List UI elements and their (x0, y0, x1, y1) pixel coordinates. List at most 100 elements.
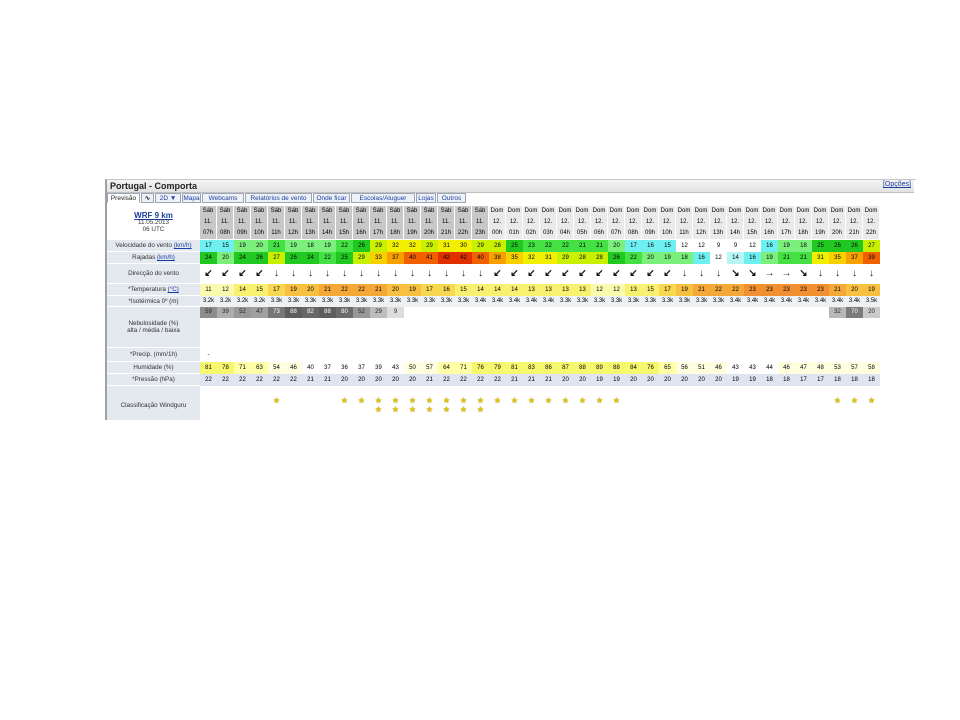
gust-cell: 24 (200, 252, 217, 264)
wind-speed-cell: 12 (744, 240, 761, 252)
day-name: Sáb (321, 208, 333, 214)
wind-speed-cell: 19 (778, 240, 795, 252)
rating-cell (625, 396, 642, 416)
gust-cell: 41 (421, 252, 438, 264)
day-name: Sáb (389, 208, 401, 214)
day-number: 12. (781, 219, 791, 225)
wind-direction-arrow: ↙ (625, 264, 642, 284)
precip-cell (676, 348, 693, 362)
day-number: 12. (713, 219, 723, 225)
wind-speed-cell: 31 (438, 240, 455, 252)
rating-star-icon: ★ (476, 405, 485, 414)
hour-header: Sáb 11. 10h (251, 206, 268, 239)
unit-link[interactable]: (°C) (168, 286, 179, 293)
spot-title: Portugal - Comporta (110, 181, 197, 191)
wind-direction-arrow: ↙ (251, 264, 268, 284)
temperature-cell: 12 (608, 284, 625, 296)
isotherm-cell: 3.4k (744, 296, 761, 307)
rating-cell: ★ ★ (387, 396, 404, 416)
isotherm-cell: 3.3k (336, 296, 353, 307)
wind-direction-arrow: ↓ (387, 264, 404, 284)
wind-direction-arrow: ↓ (370, 264, 387, 284)
tab-chart-icon[interactable]: ∿ (141, 193, 154, 203)
isotherm-cell: 3.5k (863, 296, 880, 307)
wind-direction-arrow: ↙ (506, 264, 523, 284)
isotherm-cell: 3.4k (795, 296, 812, 307)
hour-label: 17h (780, 230, 791, 236)
day-number: 12. (679, 219, 689, 225)
wind-speed-cell: 27 (863, 240, 880, 252)
label-wind-speed: Velocidade do vento (km/h) (107, 240, 200, 252)
model-link[interactable]: WRF 9 km (134, 212, 173, 220)
tab-2d[interactable]: 2D ▼ (155, 193, 181, 203)
gust-cell: 35 (506, 252, 523, 264)
unit-link[interactable]: (km/h) (157, 254, 175, 261)
hour-header: Dom 12. 16h (761, 206, 778, 239)
tab-onde-ficar[interactable]: Onde ficar (313, 193, 350, 203)
hour-header: Sáb 11. 13h (302, 206, 319, 239)
precip-cell (234, 348, 251, 362)
humidity-cell: 57 (421, 362, 438, 374)
cloud-cell: 70 (846, 307, 863, 318)
hour-label: 03h (542, 230, 553, 236)
tab-previsao[interactable]: Previsão (107, 193, 140, 203)
gust-cell: 28 (574, 252, 591, 264)
hour-label: 05h (576, 230, 587, 236)
tab-relatorios[interactable]: Relatórios de vento (245, 193, 312, 203)
unit-link[interactable]: (km/h) (174, 242, 192, 249)
humidity-cell: 65 (659, 362, 676, 374)
rating-cell: ★ ★ (370, 396, 387, 416)
wind-speed-cell: 9 (727, 240, 744, 252)
gust-cell: 31 (540, 252, 557, 264)
hour-header: Sáb 11. 17h (370, 206, 387, 239)
tab-lojas[interactable]: Lojas (416, 193, 436, 203)
day-name: Dom (847, 208, 861, 214)
cloud-cell: 39 (217, 307, 234, 318)
precip-cell (557, 348, 574, 362)
humidity-cell: 64 (438, 362, 455, 374)
hour-label: 02h (525, 230, 536, 236)
precip-cell (608, 348, 625, 362)
day-name: Sáb (457, 208, 469, 214)
label-pressure: *Pressão (hPa) (107, 374, 200, 386)
options-link[interactable]: [Opções] (883, 181, 911, 188)
rating-cell (761, 396, 778, 416)
day-number: 12. (696, 219, 706, 225)
gust-cell: 32 (523, 252, 540, 264)
temperature-cell: 13 (625, 284, 642, 296)
hour-header: Dom 12. 14h (727, 206, 744, 239)
tab-mapa[interactable]: Mapa (182, 193, 201, 203)
wind-speed-cell: 26 (846, 240, 863, 252)
temperature-cell: 15 (251, 284, 268, 296)
tab-escolas[interactable]: Escolas/Aluguer (351, 193, 415, 203)
wind-speed-cell: 17 (625, 240, 642, 252)
humidity-cell: 36 (336, 362, 353, 374)
precip-cell (846, 348, 863, 362)
gust-cell: 21 (795, 252, 812, 264)
tab-webcams[interactable]: Webcams (202, 193, 244, 203)
cloud-cell (540, 307, 557, 318)
wind-direction-arrow: ↓ (455, 264, 472, 284)
hour-header: Dom 12. 05h (574, 206, 591, 239)
rating-cell (778, 396, 795, 416)
cloud-cell (778, 307, 795, 318)
cloud-cell: 59 (200, 307, 217, 318)
temperature-cell: 14 (472, 284, 489, 296)
rating-cell (302, 396, 319, 416)
rating-cell: ★ (591, 396, 608, 416)
rating-star-icon: ★ (595, 396, 604, 405)
model-date: 11.05.2013 (137, 219, 170, 226)
hour-header: Dom 12. 08h (625, 206, 642, 239)
pressure-cell: 20 (557, 374, 574, 386)
tab-outros[interactable]: Outros (437, 193, 466, 203)
wind-direction-arrow: ↙ (642, 264, 659, 284)
humidity-cell: 57 (846, 362, 863, 374)
rating-cell (727, 396, 744, 416)
isotherm-cell: 3.3k (370, 296, 387, 307)
wind-direction-arrow: ↓ (676, 264, 693, 284)
wind-speed-cell: 32 (404, 240, 421, 252)
humidity-cell: 50 (404, 362, 421, 374)
hour-label: 04h (559, 230, 570, 236)
wind-direction-arrow: ↙ (489, 264, 506, 284)
day-name: Sáb (474, 208, 486, 214)
